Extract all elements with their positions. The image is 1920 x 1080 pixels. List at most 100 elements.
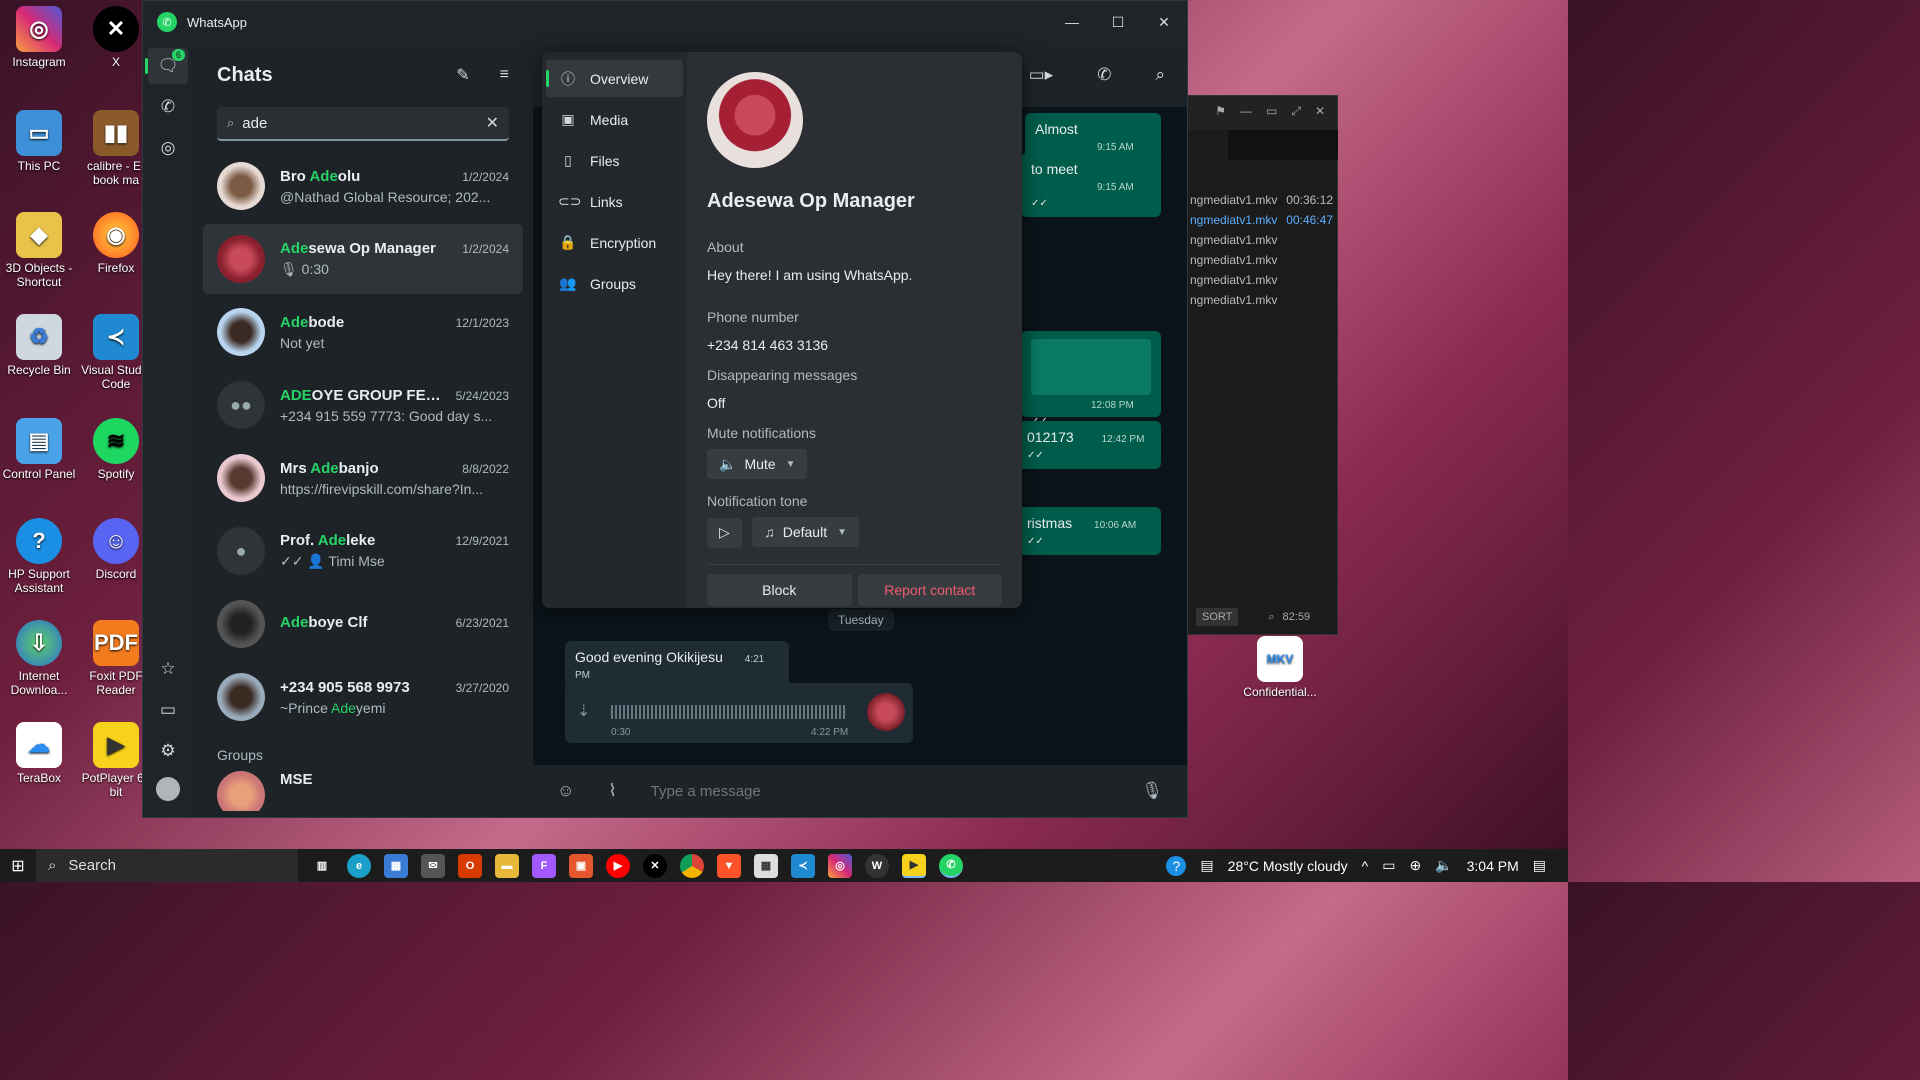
wordpress-icon[interactable]: W [865,853,889,878]
close-icon[interactable]: ✕ [1315,104,1325,122]
volume-icon[interactable]: 🔈 [1435,857,1452,874]
playlist-item[interactable]: ngmediatv1.mkv 00:36:12 [1186,190,1337,210]
attach-icon[interactable]: ⌇ [608,781,616,801]
chat-list-item[interactable]: ●● ADEOYE GROUP FED... 5/24/2023 +234 915… [203,370,523,440]
outgoing-message[interactable]: 012173 12:42 PM ✓✓ [1017,421,1161,469]
weather-icon[interactable]: ▤ [1200,857,1213,874]
clock[interactable]: 3:04 PM [1467,858,1519,874]
voice-call-icon[interactable]: ✆ [1097,65,1111,85]
report-contact-button[interactable]: Report contact [857,574,1002,606]
tab-groups[interactable]: 👥 Groups [546,265,683,302]
youtube-icon[interactable]: ▶ [606,853,630,878]
playlist-item[interactable]: ngmediatv1.mkv [1186,290,1337,310]
chevron-up-icon[interactable]: ^ [1362,858,1369,874]
fullscreen-icon[interactable]: ⤢ [1291,104,1301,122]
x-icon[interactable]: ✕ [643,853,667,878]
brave-icon[interactable]: ▼ [717,853,741,878]
taskbar-search[interactable]: ⌕ Search [36,849,298,882]
desktop-icon-terabox[interactable]: ☁ TeraBox [1,722,77,785]
restore-icon[interactable]: ▭ [1266,104,1277,122]
edge-icon[interactable]: e [347,853,371,878]
block-button[interactable]: Block [707,574,852,606]
minimize-icon[interactable]: — [1240,104,1252,122]
chat-list-item[interactable]: Mrs Adebanjo 8/8/2022 https://firevipskil… [203,443,523,513]
mute-dropdown[interactable]: 🔈 Mute ▼ [707,449,808,479]
search-icon[interactable]: ⌕ [1155,65,1165,85]
desktop-icon-this-pc[interactable]: ▭ This PC [1,110,77,173]
playlist-item[interactable]: ngmediatv1.mkv 00:46:47 [1186,210,1337,230]
filter-icon[interactable]: ≡ [500,66,509,84]
message-input[interactable] [650,782,1142,800]
chat-list-item[interactable]: Adeboye Clf 6/23/2021 [203,589,523,659]
tab-encryption[interactable]: 🔒 Encryption [546,224,683,261]
video-call-icon[interactable]: ▭▸ [1029,65,1054,85]
minimize-button[interactable]: — [1049,1,1095,43]
archived-nav-button[interactable]: ▭ [148,692,188,728]
help-icon[interactable]: ? [1166,855,1187,876]
tab-links[interactable]: ⊂⊃ Links [546,183,683,220]
file-explorer-icon[interactable]: ▬ [495,853,519,878]
desktop-icon-recycle-bin[interactable]: ♻ Recycle Bin [1,314,77,377]
store-icon[interactable]: ▦ [384,853,408,878]
battery-icon[interactable]: ▭ [1382,857,1395,874]
voice-message[interactable]: ⇣ 0:30 4:22 PM [565,683,913,743]
maximize-button[interactable]: ☐ [1095,1,1141,43]
chrome-icon[interactable] [680,853,704,878]
chats-nav-button[interactable]: 🗨 6 [145,48,188,84]
desktop-icon-idm[interactable]: ⇩ Internet Downloa... [1,620,77,697]
desktop-icon-instagram[interactable]: ◎ Instagram [1,6,77,69]
tab-media[interactable]: ▣ Media [546,101,683,138]
profile-avatar[interactable] [156,777,180,801]
desktop-icon-3d-objects[interactable]: ◆ 3D Objects - Shortcut [1,212,77,289]
search-input[interactable] [242,114,486,132]
incoming-message[interactable]: Good evening Okikijesu 4:21 PM [565,641,789,689]
network-icon[interactable]: ⊕ [1409,857,1421,874]
windows-start-icon[interactable]: ⊞ [0,856,36,876]
sort-button[interactable]: SORT [1196,608,1239,626]
media-thumbnail[interactable] [1031,339,1151,395]
download-icon[interactable]: ⇣ [577,701,590,721]
tab-overview[interactable]: ⓘ Overview [546,60,683,97]
clear-search-icon[interactable]: ✕ [486,113,499,133]
emoji-icon[interactable]: ☺ [557,781,574,801]
tab-files[interactable]: ▯ Files [546,142,683,179]
pin-icon[interactable]: ⚑ [1215,104,1226,122]
media-player-window[interactable]: ⚑ — ▭ ⤢ ✕ ngmediatv1.mkv 00:36:12 ngmedia… [1185,95,1338,635]
chat-list-item-selected[interactable]: Adesewa Op Manager 1/2/2024 🎙 0:30 [203,224,523,294]
play-tone-button[interactable]: ▷ [707,517,742,548]
outgoing-message[interactable]: ristmas 10:06 AM ✓✓ [1017,507,1161,555]
weather-text[interactable]: 28°C Mostly cloudy [1228,858,1348,874]
close-button[interactable]: ✕ [1141,1,1187,43]
tone-dropdown[interactable]: ♫ Default ▼ [752,517,859,547]
playlist-tab[interactable] [1228,130,1338,160]
desktop-icon-control-panel[interactable]: ▤ Control Panel [1,418,77,481]
search-icon[interactable]: ⌕ [1268,611,1274,624]
audio-waveform[interactable] [611,705,847,719]
new-chat-icon[interactable]: ✎ [456,65,469,85]
outgoing-message[interactable]: 12:08 PM ✓✓ [1021,331,1161,427]
vscode-icon[interactable]: ≺ [791,853,815,878]
chat-list-item[interactable]: MSE [203,771,523,811]
profile-photo[interactable] [707,72,803,168]
figma-icon[interactable]: F [532,853,556,878]
microphone-icon[interactable]: 🎙 [1141,781,1163,801]
whatsapp-icon[interactable]: ✆ [939,853,963,878]
notification-icon[interactable]: ▤ [1533,857,1546,874]
desktop-icon-hp-support[interactable]: ? HP Support Assistant [1,518,77,595]
status-nav-button[interactable]: ◎ [148,130,188,166]
chat-list-item[interactable]: +234 905 568 9973 3/27/2020 ~Prince Adeye… [203,662,523,732]
office-icon[interactable]: O [458,853,482,878]
settings-nav-button[interactable]: ⚙ [148,733,188,769]
playlist-item[interactable]: ngmediatv1.mkv [1186,230,1337,250]
task-view-icon[interactable]: ▥ [310,854,334,878]
calls-nav-button[interactable]: ✆ [148,89,188,125]
app-icon[interactable]: ▣ [569,853,593,878]
playlist-item[interactable]: ngmediatv1.mkv [1186,250,1337,270]
instagram-icon[interactable]: ◎ [828,853,852,878]
potplayer-icon[interactable]: ▶ [902,853,926,878]
mail-icon[interactable]: ✉ [421,853,445,878]
starred-nav-button[interactable]: ☆ [148,651,188,687]
chat-list-item[interactable]: Adebode 12/1/2023 Not yet [203,297,523,367]
desktop-icon-mkv[interactable]: MKV Confidential... [1242,636,1318,699]
app-icon[interactable]: ▦ [754,853,778,878]
